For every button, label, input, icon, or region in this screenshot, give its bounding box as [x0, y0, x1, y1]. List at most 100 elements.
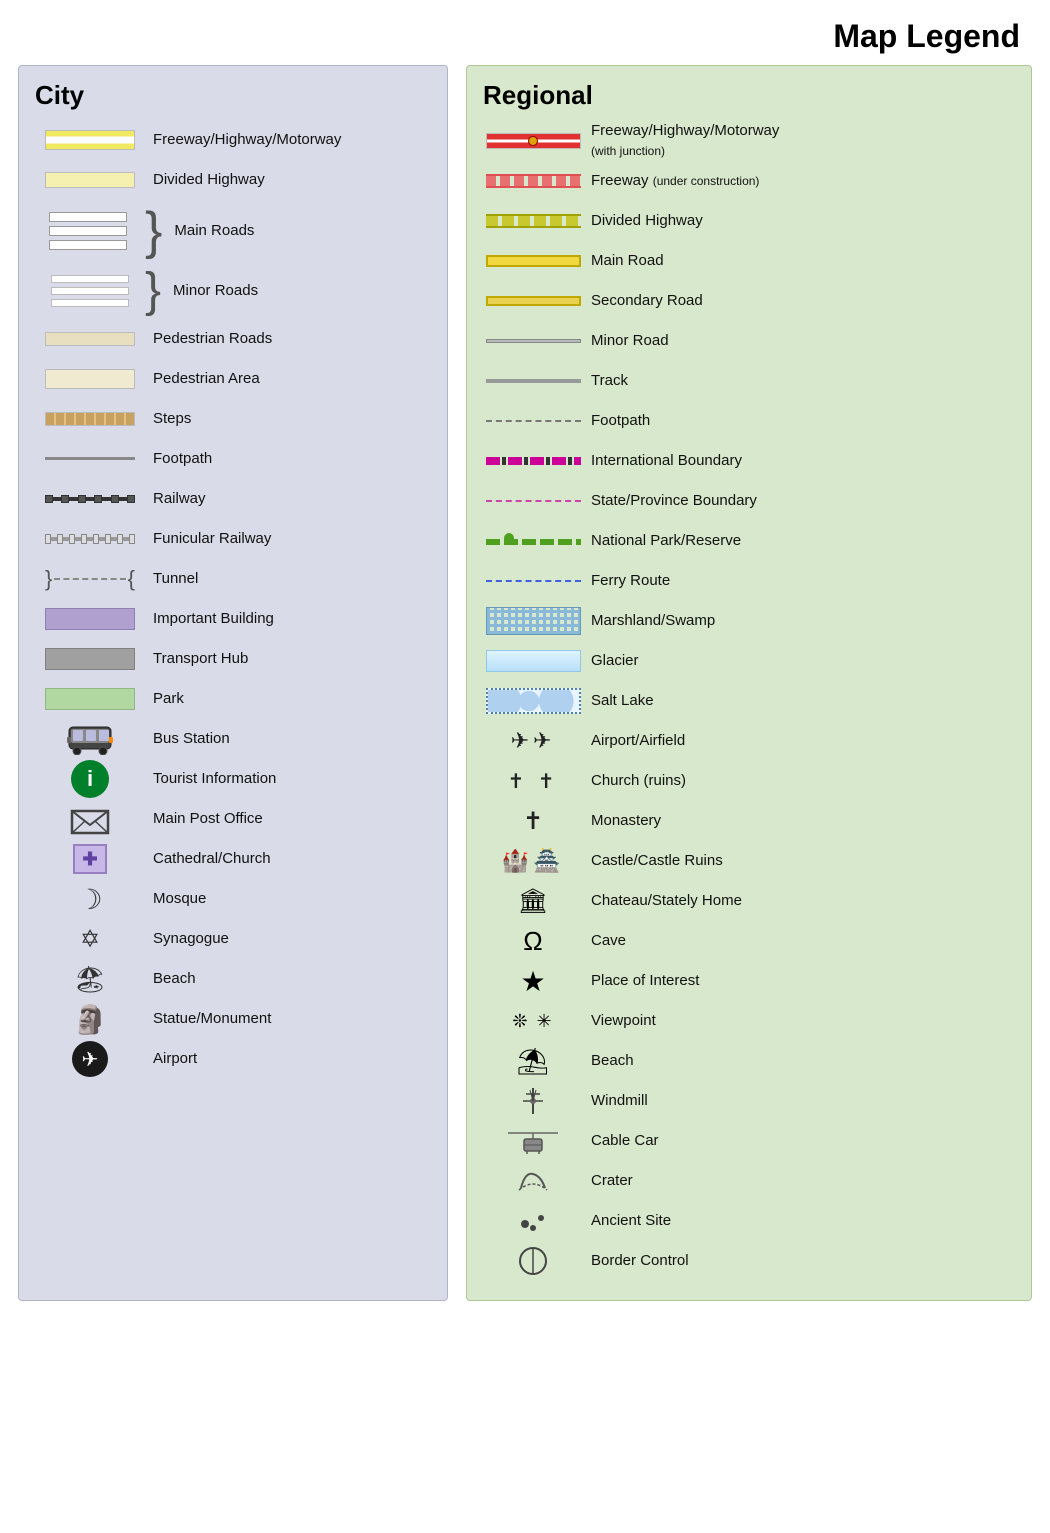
list-item: Crater — [483, 1162, 1015, 1200]
reg-int-boundary-label: International Boundary — [583, 451, 742, 471]
list-item: Border Control — [483, 1242, 1015, 1280]
reg-minor-road-label: Minor Road — [583, 331, 669, 351]
reg-viewpoint-label: Viewpoint — [583, 1011, 656, 1031]
reg-windmill-icon — [483, 1086, 583, 1116]
list-item: Windmill — [483, 1082, 1015, 1120]
list-item: Ω Cave — [483, 922, 1015, 960]
reg-minor-road-icon — [483, 339, 583, 343]
reg-ancientsite-icon — [483, 1210, 583, 1232]
beach-city-label: Beach — [145, 969, 196, 989]
railway-label: Railway — [145, 489, 206, 509]
transport-hub-label: Transport Hub — [145, 649, 248, 669]
synagogue-icon: ✡ — [35, 925, 145, 954]
list-item: ✈✈ Airport/Airfield — [483, 722, 1015, 760]
list-item: Funicular Railway — [35, 520, 431, 558]
list-item: } { Tunnel — [35, 560, 431, 598]
list-item: 🗿 Statue/Monument — [35, 1000, 431, 1038]
list-item: ☽ Mosque — [35, 880, 431, 918]
reg-cablecar-icon — [483, 1125, 583, 1157]
list-item: Ancient Site — [483, 1202, 1015, 1240]
reg-ferry-icon — [483, 580, 583, 582]
minor-roads-icon — [35, 275, 145, 307]
beach-city-icon: 🏖 — [35, 964, 145, 995]
city-column: City Freeway/Highway/Motorway Divided Hi… — [18, 65, 448, 1301]
list-item: } Minor Roads — [35, 263, 431, 318]
main-post-office-label: Main Post Office — [145, 809, 263, 829]
reg-saltlake-label: Salt Lake — [583, 691, 654, 711]
list-item: Ferry Route — [483, 562, 1015, 600]
important-building-label: Important Building — [145, 609, 274, 629]
reg-chateau-icon: 🏛 — [483, 887, 583, 916]
reg-castle-label: Castle/Castle Ruins — [583, 851, 723, 871]
reg-airport-icon: ✈✈ — [483, 728, 583, 754]
transport-hub-icon — [35, 648, 145, 670]
reg-beach-label: Beach — [583, 1051, 634, 1071]
list-item: Marshland/Swamp — [483, 602, 1015, 640]
reg-monastery-icon: ✝ — [483, 807, 583, 836]
reg-crater-label: Crater — [583, 1171, 633, 1191]
list-item: } Main Roads — [35, 201, 431, 261]
list-item: Track — [483, 362, 1015, 400]
railway-icon — [35, 492, 145, 506]
reg-footpath-label: Footpath — [583, 411, 650, 431]
reg-freeway-icon — [483, 133, 583, 149]
tourist-information-label: Tourist Information — [145, 769, 276, 789]
reg-main-road-icon — [483, 255, 583, 267]
freeway-highway-icon — [35, 130, 145, 150]
regional-column: Regional Freeway/Highway/Motorway (with … — [466, 65, 1032, 1301]
list-item: ✡ Synagogue — [35, 920, 431, 958]
list-item: ✝ Monastery — [483, 802, 1015, 840]
cathedral-church-label: Cathedral/Church — [145, 849, 271, 869]
list-item: National Park/Reserve — [483, 522, 1015, 560]
list-item: ✈ Airport — [35, 1040, 431, 1078]
list-item: International Boundary — [483, 442, 1015, 480]
list-item: Footpath — [35, 440, 431, 478]
reg-natpark-icon — [483, 531, 583, 551]
reg-divided-highway-icon — [483, 214, 583, 228]
tourist-information-icon: i — [35, 760, 145, 798]
reg-cave-label: Cave — [583, 931, 626, 951]
steps-icon — [35, 412, 145, 426]
reg-chateau-label: Chateau/Stately Home — [583, 891, 742, 911]
list-item: ✝ ✝ Church (ruins) — [483, 762, 1015, 800]
bus-station-icon — [35, 723, 145, 755]
mosque-label: Mosque — [145, 889, 206, 909]
list-item: Transport Hub — [35, 640, 431, 678]
park-label: Park — [145, 689, 184, 709]
list-item: Minor Road — [483, 322, 1015, 360]
info-circle: i — [71, 760, 109, 798]
reg-marshland-label: Marshland/Swamp — [583, 611, 715, 631]
funicular-railway-icon — [35, 532, 145, 546]
reg-int-boundary-icon — [483, 457, 583, 465]
reg-footpath-icon — [483, 420, 583, 422]
list-item: Main Post Office — [35, 800, 431, 838]
steps-label: Steps — [145, 409, 191, 429]
list-item: Salt Lake — [483, 682, 1015, 720]
airport-city-label: Airport — [145, 1049, 197, 1069]
list-item: Glacier — [483, 642, 1015, 680]
list-item: Main Road — [483, 242, 1015, 280]
list-item: Divided Highway — [35, 161, 431, 199]
reg-airport-label: Airport/Airfield — [583, 731, 685, 751]
list-item: ⛱ Beach — [483, 1042, 1015, 1080]
park-icon — [35, 688, 145, 710]
list-item: ❊ ✳ Viewpoint — [483, 1002, 1015, 1040]
important-building-icon — [35, 608, 145, 630]
reg-glacier-icon — [483, 650, 583, 672]
list-item: Steps — [35, 400, 431, 438]
list-item: Park — [35, 680, 431, 718]
pedestrian-area-label: Pedestrian Area — [145, 369, 260, 389]
list-item: 🏛 Chateau/Stately Home — [483, 882, 1015, 920]
reg-ferry-label: Ferry Route — [583, 571, 670, 591]
reg-freeway-construction-icon — [483, 174, 583, 188]
reg-castle-icon: 🏰🏯 — [483, 848, 583, 874]
reg-marshland-icon — [483, 607, 583, 635]
main-roads-label: Main Roads — [166, 221, 254, 241]
reg-saltlake-icon — [483, 688, 583, 714]
tunnel-label: Tunnel — [145, 569, 198, 589]
reg-church-label: Church (ruins) — [583, 771, 686, 791]
reg-viewpoint-icon: ❊ ✳ — [483, 1011, 583, 1032]
list-item: Divided Highway — [483, 202, 1015, 240]
list-item: Railway — [35, 480, 431, 518]
funicular-railway-label: Funicular Railway — [145, 529, 271, 549]
